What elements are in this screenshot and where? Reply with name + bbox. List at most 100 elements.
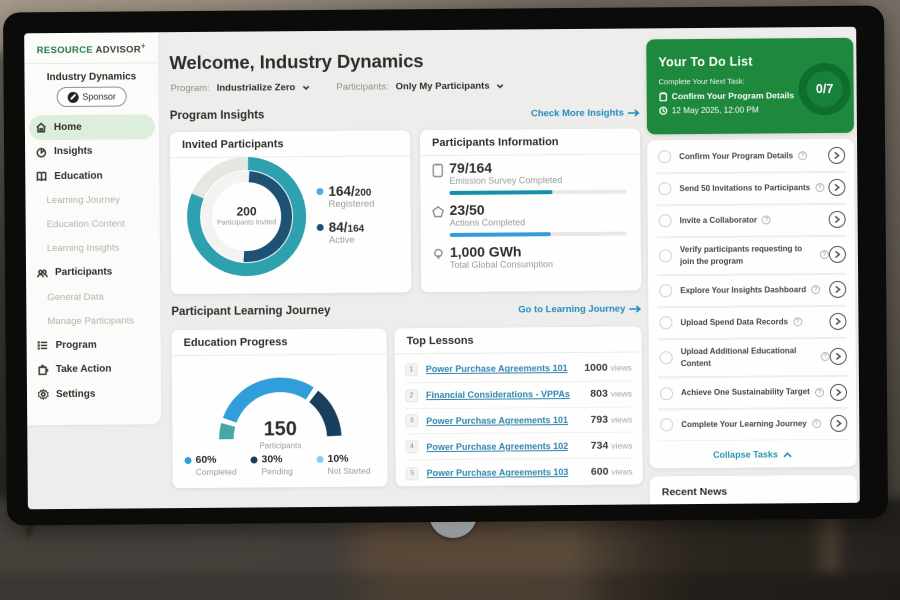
program-filter-label: Program:: [171, 83, 210, 94]
sidebar-item-participants[interactable]: Participants: [30, 260, 156, 285]
collapse-tasks-link[interactable]: Collapse Tasks: [713, 449, 793, 460]
insights-icon-wrap: [35, 145, 49, 159]
participants-information-card: Participants Information 79/164Emission …: [420, 128, 641, 292]
lesson-row: 3Power Purchase Agreements 101793 views: [405, 407, 632, 435]
task-go-button[interactable]: [829, 313, 846, 330]
help-icon[interactable]: ?: [812, 420, 821, 429]
task-label: Invite a Collaborator: [680, 215, 757, 227]
clipboard-icon: [659, 92, 668, 101]
donut-legend: 164/200Registered84/164Active: [316, 184, 375, 256]
metric-total-global-consumption: 1,000 GWhTotal Global Consumption: [421, 242, 641, 270]
legend-dot-icon: [317, 224, 324, 231]
task-go-button[interactable]: [828, 179, 845, 196]
task-go-button[interactable]: [830, 415, 847, 432]
sidebar-item-general-data[interactable]: General Data: [30, 284, 156, 309]
logo-advisor-text: ADVISOR: [95, 45, 140, 56]
task-checkbox[interactable]: [659, 317, 672, 330]
settings-icon: [37, 388, 50, 401]
lesson-link[interactable]: Power Purchase Agreements 103: [427, 467, 569, 478]
help-icon[interactable]: ?: [815, 388, 824, 397]
lesson-views-count: 1000: [584, 362, 607, 374]
lesson-link[interactable]: Power Purchase Agreements 101: [426, 363, 568, 374]
check-more-insights-link[interactable]: Check More Insights: [531, 107, 640, 119]
card-title: Participants Information: [420, 128, 640, 156]
todo-task-row: Invite a Collaborator?: [657, 205, 846, 238]
lesson-link[interactable]: Financial Considerations - VPPAs: [426, 389, 570, 400]
lesson-rank-badge: 4: [405, 440, 418, 453]
legend-numerator: 84/: [329, 220, 348, 235]
task-checkbox[interactable]: [658, 151, 671, 164]
gauge-legend: 60%Completed30%Pending10%Not Started: [184, 453, 375, 477]
chevron-right-icon: [834, 285, 841, 294]
lesson-row: 4Power Purchase Agreements 102734 views: [405, 433, 632, 461]
sidebar-item-education-content[interactable]: Education Content: [30, 212, 156, 237]
sidebar-item-home[interactable]: Home: [29, 114, 155, 139]
task-go-button[interactable]: [830, 383, 847, 400]
collapse-tasks-row: Collapse Tasks: [658, 440, 847, 462]
todo-task-row: Verify participants requesting to join t…: [657, 237, 846, 277]
sidebar-item-education[interactable]: Education: [29, 163, 155, 188]
help-icon[interactable]: ?: [811, 286, 820, 295]
sidebar-item-learning-journey[interactable]: Learning Journey: [29, 188, 155, 213]
task-checkbox[interactable]: [659, 215, 672, 228]
legend-dot-icon: [316, 188, 323, 195]
todo-header-card: Your To Do List Complete Your Next Task:…: [646, 38, 854, 135]
sidebar-item-manage-participants[interactable]: Manage Participants: [30, 308, 156, 333]
help-icon[interactable]: ?: [815, 183, 824, 192]
gauge-center-label: 150 Participants: [218, 418, 342, 451]
task-go-button[interactable]: [829, 281, 846, 298]
sidebar-item-settings[interactable]: Settings: [31, 381, 157, 406]
help-icon[interactable]: ?: [793, 318, 802, 327]
todo-progress-label: 0/7: [816, 82, 834, 96]
lesson-link[interactable]: Power Purchase Agreements 101: [426, 415, 568, 426]
todo-datetime-label: 12 May 2025, 12:00 PM: [672, 106, 759, 116]
task-checkbox[interactable]: [660, 352, 673, 365]
sidebar-item-program[interactable]: Program: [31, 332, 157, 357]
program-filter-value[interactable]: Industrialize Zero: [217, 82, 296, 94]
progress-fill: [449, 190, 552, 195]
arrow-right-icon: [628, 108, 640, 117]
sidebar-item-label: Participants: [55, 267, 112, 278]
metric-emission-survey-completed: 79/164Emission Survey Completed: [420, 158, 640, 195]
sidebar-item-learning-insights[interactable]: Learning Insights: [30, 236, 156, 261]
actions-icon-wrap: [431, 205, 446, 220]
text-label: Total Global Consumption: [450, 259, 627, 270]
arrow-right-icon: [629, 304, 641, 313]
task-checkbox[interactable]: [660, 419, 673, 432]
program-icon-wrap: [37, 339, 51, 353]
task-go-button[interactable]: [829, 211, 846, 228]
text-label: Actions Completed: [450, 217, 627, 228]
chevron-down-icon[interactable]: [496, 82, 505, 91]
monitor-bezel: RESOURCE ADVISOR+ Industry Dynamics Spon…: [3, 6, 888, 526]
text-label: Sponsor: [82, 92, 116, 102]
task-go-button[interactable]: [830, 348, 847, 365]
todo-task-row: Achieve One Sustainability Target?: [658, 377, 847, 410]
sidebar-item-insights[interactable]: Insights: [29, 139, 155, 164]
participants-filter-value[interactable]: Only My Participants: [396, 81, 490, 93]
task-checkbox[interactable]: [659, 285, 672, 298]
help-icon[interactable]: ?: [762, 216, 771, 225]
sidebar-item-take-action[interactable]: Take Action: [31, 357, 157, 382]
chevron-down-icon[interactable]: [301, 83, 310, 92]
lesson-views-count: 793: [590, 414, 608, 426]
chevron-right-icon: [834, 250, 841, 259]
task-checkbox[interactable]: [658, 183, 671, 196]
help-icon[interactable]: ?: [798, 152, 807, 161]
gauge-legend-item: 60%Completed: [184, 454, 250, 478]
lesson-row: 2Financial Considerations - VPPAs803 vie…: [405, 381, 632, 409]
task-go-button[interactable]: [828, 147, 845, 164]
bulb-icon-wrap: [431, 247, 446, 262]
home-icon-wrap: [35, 121, 49, 135]
task-label: Explore Your Insights Dashboard: [680, 284, 806, 297]
task-checkbox[interactable]: [660, 387, 673, 400]
sponsor-badge: Sponsor: [57, 87, 127, 108]
lesson-rank-badge: 5: [406, 467, 419, 480]
lesson-link[interactable]: Power Purchase Agreements 102: [426, 441, 568, 452]
go-to-learning-journey-link[interactable]: Go to Learning Journey: [518, 303, 641, 315]
task-go-button[interactable]: [829, 246, 846, 263]
program-insights-header: Program Insights Check More Insights: [170, 106, 640, 122]
help-icon[interactable]: ?: [821, 352, 830, 361]
task-checkbox[interactable]: [659, 250, 672, 263]
link-label: Go to Learning Journey: [518, 303, 625, 315]
help-icon[interactable]: ?: [820, 250, 829, 259]
